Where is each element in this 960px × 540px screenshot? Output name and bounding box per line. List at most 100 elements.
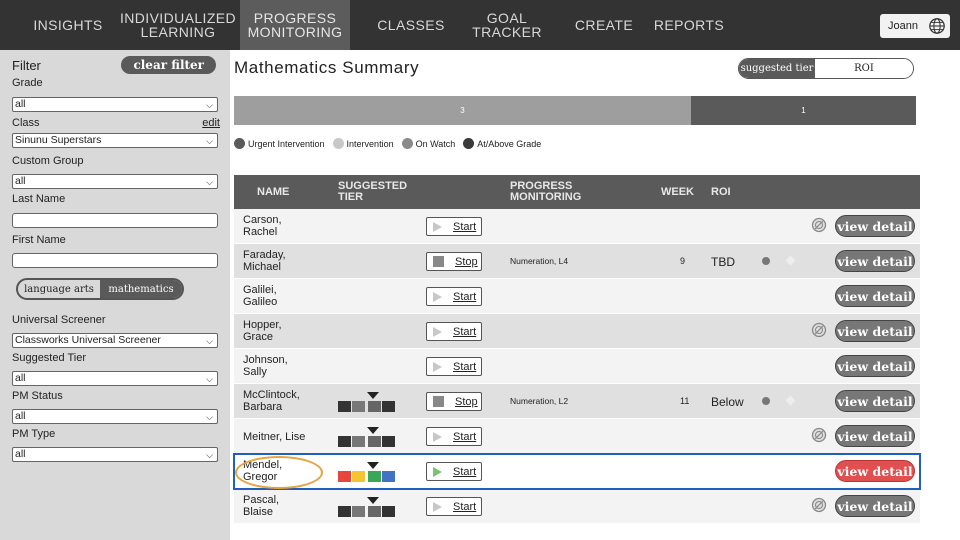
start-pm-button[interactable]: Start xyxy=(426,322,482,341)
view-detail-button[interactable]: view detail xyxy=(835,215,915,237)
stop-pm-button[interactable]: Stop xyxy=(426,392,482,411)
start-pm-button[interactable]: Start xyxy=(426,217,482,236)
student-name: Hopper, Grace xyxy=(243,319,282,343)
grade-select[interactable]: all ⌵ xyxy=(12,97,218,112)
stop-pm-button[interactable]: Stop xyxy=(426,252,482,271)
week-value: 9 xyxy=(680,256,686,266)
first-name-input[interactable] xyxy=(12,253,218,268)
play-icon xyxy=(433,326,442,337)
suggested-tier-value: all xyxy=(15,372,26,384)
view-detail-button[interactable]: view detail xyxy=(835,320,915,342)
nav-reports[interactable]: REPORTS xyxy=(654,0,724,50)
start-pm-button[interactable]: Start xyxy=(426,427,482,446)
legend-dot xyxy=(332,138,344,149)
table-row[interactable]: Hopper, Grace Start view detail xyxy=(234,314,920,349)
suggested-tier-select[interactable]: all ⌵ xyxy=(12,371,218,386)
legend-dot xyxy=(234,138,245,149)
student-name: Galilei, Galileo xyxy=(243,284,278,308)
last-name-input[interactable] xyxy=(12,213,218,228)
no-entry-icon xyxy=(811,322,827,338)
grade-value: all xyxy=(15,98,26,110)
tier-arrow-icon xyxy=(367,497,379,504)
student-name: Johnson, Sally xyxy=(243,354,288,378)
custom-group-value: all xyxy=(15,175,26,187)
legend-label: Intervention xyxy=(346,138,394,149)
col-roi[interactable]: ROI xyxy=(711,187,731,198)
view-toggle[interactable]: suggested tier ROI xyxy=(738,58,914,79)
view-detail-button[interactable]: view detail xyxy=(835,460,915,482)
filter-sidebar: Filter clear filter Grade all ⌵ Class edit… xyxy=(0,50,230,540)
table-row[interactable]: McClintock, Barbara Stop Numeration, L2 11 B… xyxy=(234,384,920,419)
tier-block xyxy=(352,436,365,447)
table-row[interactable]: Faraday, Michael Stop Numeration, L4 9 TBD vi… xyxy=(234,244,920,279)
roi-diamond-icon xyxy=(785,395,796,406)
view-detail-button[interactable]: view detail xyxy=(835,250,915,272)
user-menu-button[interactable]: Joann xyxy=(880,14,950,38)
view-detail-button[interactable]: view detail xyxy=(835,285,915,307)
view-suggested-tier[interactable]: suggested tier xyxy=(739,59,815,78)
suggested-tier-label: Suggested Tier xyxy=(12,352,86,364)
custom-group-select[interactable]: all ⌵ xyxy=(12,174,218,189)
col-suggested-tier[interactable]: SUGGESTED TIER xyxy=(338,181,407,203)
nav-progress-monitoring[interactable]: PROGRESS MONITORING xyxy=(240,0,350,50)
class-edit-link[interactable]: edit xyxy=(202,116,220,131)
tier-block xyxy=(382,401,395,412)
table-header: NAME SUGGESTED TIER PROGRESS MONITORING … xyxy=(234,175,920,209)
pm-type-select[interactable]: all ⌵ xyxy=(12,447,218,462)
pm-action-label: Start xyxy=(453,500,477,513)
tier-block xyxy=(352,506,365,517)
tier-indicator xyxy=(338,427,396,447)
nav-goal-tracker[interactable]: GOAL TRACKER xyxy=(454,0,560,50)
view-detail-button[interactable]: view detail xyxy=(835,495,915,517)
table-row[interactable]: Mendel, Gregor Start view detail xyxy=(233,453,921,490)
chevron-down-icon: ⌵ xyxy=(206,374,213,384)
tier-indicator xyxy=(338,497,396,517)
screener-select[interactable]: Classworks Universal Screener ⌵ xyxy=(12,333,218,348)
stop-icon xyxy=(433,396,444,407)
roi-diamond-icon xyxy=(785,255,796,266)
col-progress-monitoring[interactable]: PROGRESS MONITORING xyxy=(510,181,581,203)
subject-language-arts[interactable]: language arts xyxy=(18,280,100,298)
table-row[interactable]: Pascal, Blaise Start view detail xyxy=(234,489,920,524)
start-pm-button[interactable]: Start xyxy=(426,497,482,516)
table-row[interactable]: Meitner, Lise Start view detail xyxy=(234,419,920,454)
class-label: Class xyxy=(12,117,40,129)
nav-create[interactable]: CREATE xyxy=(574,0,634,50)
pm-action-label: Stop xyxy=(455,395,478,408)
pm-status-select[interactable]: all ⌵ xyxy=(12,409,218,424)
view-roi[interactable]: ROI xyxy=(815,59,913,78)
legend-label: Urgent Intervention xyxy=(248,138,325,149)
screener-value: Classworks Universal Screener xyxy=(15,334,161,346)
start-pm-button[interactable]: Start xyxy=(426,462,482,481)
nav-insights[interactable]: INSIGHTS xyxy=(28,0,108,50)
tier-block xyxy=(338,401,351,412)
class-select[interactable]: Sinunu Superstars ⌵ xyxy=(12,133,218,148)
student-name: Faraday, Michael xyxy=(243,249,286,273)
start-pm-button[interactable]: Start xyxy=(426,287,482,306)
table-row[interactable]: Carson, Rachel Start view detail xyxy=(234,209,920,244)
nav-individualized-learning[interactable]: INDIVIDUALIZED LEARNING xyxy=(118,0,238,50)
last-name-label: Last Name xyxy=(12,193,66,205)
roi-status-dot xyxy=(762,257,770,265)
col-week[interactable]: WEEK xyxy=(661,187,694,198)
table-row[interactable]: Johnson, Sally Start view detail xyxy=(234,349,920,384)
view-detail-button[interactable]: view detail xyxy=(835,425,915,447)
view-detail-button[interactable]: view detail xyxy=(835,355,915,377)
play-icon xyxy=(433,431,442,442)
pm-action-label: Start xyxy=(453,220,477,233)
table-row[interactable]: Galilei, Galileo Start view detail xyxy=(234,279,920,314)
col-name[interactable]: NAME xyxy=(257,187,289,198)
start-pm-button[interactable]: Start xyxy=(426,357,482,376)
clear-filter-button[interactable]: clear filter xyxy=(121,56,216,74)
subject-toggle[interactable]: language arts mathematics xyxy=(16,278,184,300)
nav-classes[interactable]: CLASSES xyxy=(376,0,446,50)
view-detail-button[interactable]: view detail xyxy=(835,390,915,412)
legend-dot xyxy=(463,138,475,149)
subject-mathematics[interactable]: mathematics xyxy=(100,280,182,298)
play-icon xyxy=(433,361,442,372)
no-entry-icon xyxy=(811,427,827,443)
chevron-down-icon: ⌵ xyxy=(206,336,213,346)
tier-block xyxy=(338,436,351,447)
tier-segment: 3 xyxy=(234,96,691,125)
tier-block xyxy=(382,506,395,517)
